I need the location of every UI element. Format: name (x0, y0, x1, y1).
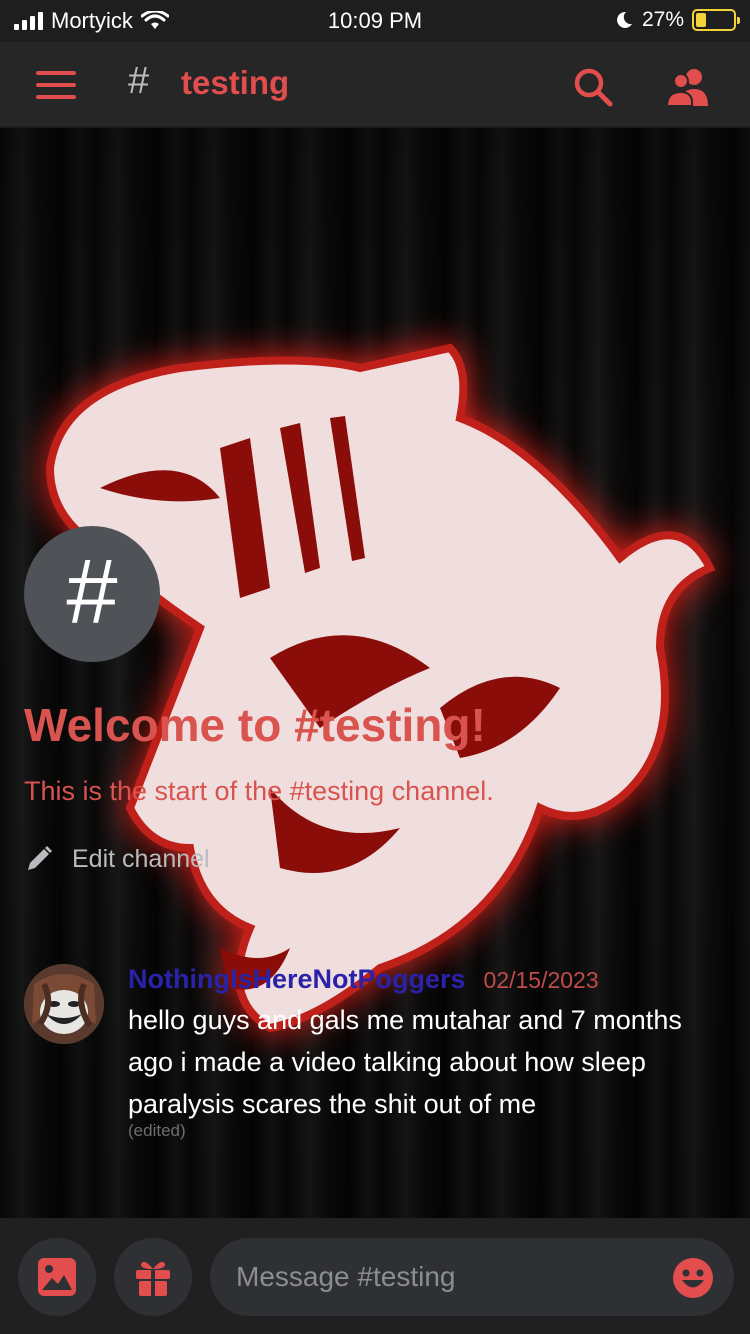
channel-avatar-hash: # (66, 541, 118, 643)
members-icon[interactable] (664, 66, 712, 108)
message-author[interactable]: NothingIsHereNotPoggers (128, 964, 466, 995)
attach-image-button[interactable] (18, 1238, 96, 1316)
message-composer-bar (0, 1218, 750, 1334)
message-meta: NothingIsHereNotPoggers 02/15/2023 (128, 964, 734, 995)
do-not-disturb-moon-icon (617, 11, 632, 28)
status-bar: Mortyick 10:09 PM 27% (0, 0, 750, 42)
message-input[interactable] (236, 1238, 656, 1316)
chat-area[interactable]: # Welcome to #testing! This is the start… (0, 128, 750, 1218)
message-timestamp: 02/15/2023 (483, 967, 599, 993)
pencil-icon (28, 846, 52, 870)
edit-channel-label: Edit channel (72, 844, 210, 873)
emoji-icon[interactable] (672, 1257, 714, 1299)
battery-fill (696, 13, 706, 27)
channel-hash-icon: # (128, 60, 150, 102)
gift-icon (136, 1261, 170, 1296)
message-body: NothingIsHereNotPoggers 02/15/2023 hello… (128, 964, 734, 1141)
channel-header: # testing (0, 42, 750, 128)
channel-title: testing (181, 64, 290, 101)
welcome-title: Welcome to #testing! (24, 699, 486, 751)
edit-channel-button[interactable]: Edit channel (24, 844, 210, 874)
user-avatar[interactable] (24, 964, 104, 1044)
status-bar-right: 27% (614, 8, 740, 32)
troll-face-avatar-icon (24, 964, 104, 1044)
search-icon[interactable] (572, 66, 614, 108)
message-input-container (210, 1238, 734, 1316)
menu-icon[interactable] (36, 69, 76, 101)
battery-icon (692, 9, 740, 31)
channel-avatar: # (24, 526, 160, 662)
message-text: hello guys and gals me mutahar and 7 mon… (128, 1005, 682, 1119)
image-icon (38, 1258, 76, 1296)
welcome-subtitle: This is the start of the #testing channe… (24, 776, 494, 806)
top-hat-emblem-background (45, 343, 716, 1033)
gift-button[interactable] (114, 1238, 192, 1316)
battery-percent: 27% (641, 8, 684, 31)
